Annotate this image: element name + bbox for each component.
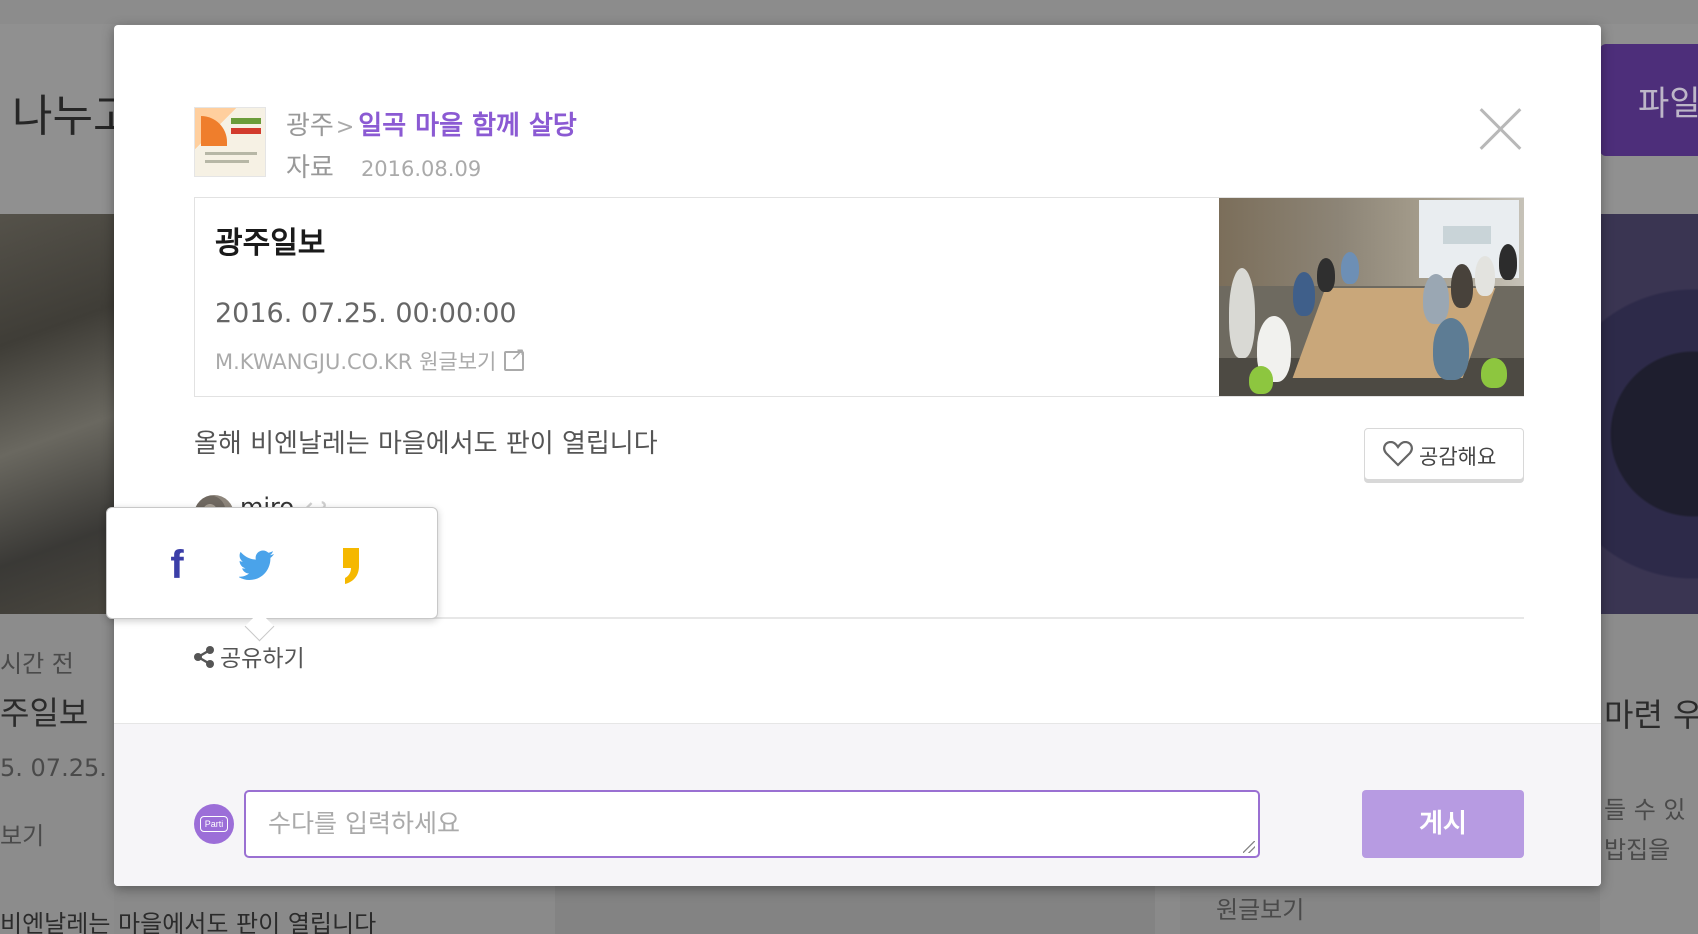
background-right-card-line1: 들 수 있 (1604, 796, 1686, 824)
avatar-label: Parti (200, 816, 228, 832)
close-button[interactable] (1478, 107, 1522, 151)
share-label: 공유하기 (220, 646, 305, 672)
post-modal: 광주> 일곡 마을 함께 살당 자료 2016.08.09 광주일보 2016. … (106, 25, 1601, 886)
link-title: 광주일보 (215, 226, 326, 261)
group-thumbnail[interactable] (194, 107, 266, 177)
background-photo-left (0, 214, 114, 614)
background-card-time: 시간 전 (0, 650, 74, 678)
post-description: 올해 비엔날레는 마을에서도 판이 열립니다 (194, 429, 658, 459)
share-popover: f (106, 507, 438, 619)
background-card-link: 보기 (0, 822, 45, 850)
background-right-link: 원글보기 (1216, 896, 1305, 924)
link-preview-image (1219, 198, 1524, 396)
background-right-card-title: 마련 우 (1604, 696, 1698, 734)
link-source[interactable]: M.KWANGJU.CO.KR 원글보기 (215, 344, 525, 376)
background-file-button: 파일 (1600, 44, 1698, 156)
background-card-title: 주일보 (0, 694, 89, 732)
link-preview-card[interactable]: 광주일보 2016. 07.25. 00:00:00 M.KWANGJU.CO.… (194, 197, 1524, 397)
link-date: 2016. 07.25. 00:00:00 (215, 298, 517, 329)
kakaostory-icon[interactable] (331, 544, 371, 586)
external-link-icon (504, 344, 525, 371)
background-topbar (0, 0, 1698, 24)
background-column-middle (555, 885, 1155, 934)
heart-icon (1383, 441, 1413, 467)
post-comment-button[interactable]: 게시 (1362, 790, 1524, 858)
current-user-avatar: Parti (194, 804, 234, 844)
like-button[interactable]: 공감해요 (1364, 428, 1524, 480)
post-meta: 자료 2016.08.09 (286, 147, 481, 184)
background-card-date: 5. 07.25. 0 (0, 754, 130, 782)
comment-input[interactable]: 수다를 입력하세요 (244, 790, 1260, 858)
breadcrumb-parent[interactable]: 광주 (286, 111, 334, 141)
facebook-icon[interactable]: f (157, 544, 197, 586)
post-date: 2016.08.09 (360, 157, 482, 181)
link-source-label: M.KWANGJU.CO.KR 원글보기 (215, 350, 497, 374)
breadcrumb: 광주> 일곡 마을 함께 살당 (286, 105, 577, 142)
comment-placeholder: 수다를 입력하세요 (268, 809, 460, 838)
share-button[interactable]: 공유하기 (192, 639, 305, 673)
background-right-card-line2: 밥집을 (1604, 836, 1671, 864)
twitter-icon[interactable] (237, 544, 277, 586)
background-card-right (1600, 614, 1698, 934)
comment-area: Parti 수다를 입력하세요 게시 (114, 723, 1601, 886)
post-type: 자료 (286, 153, 334, 183)
like-label: 공감해요 (1419, 445, 1497, 469)
breadcrumb-group[interactable]: 일곡 마을 함께 살당 (358, 111, 577, 141)
resize-handle-icon[interactable] (1243, 841, 1255, 853)
background-photo-right (1600, 214, 1698, 614)
share-icon (194, 646, 214, 668)
breadcrumb-separator: > (335, 115, 355, 140)
background-card-text: 비엔날레는 마을에서도 판이 열립니다 (0, 910, 377, 934)
